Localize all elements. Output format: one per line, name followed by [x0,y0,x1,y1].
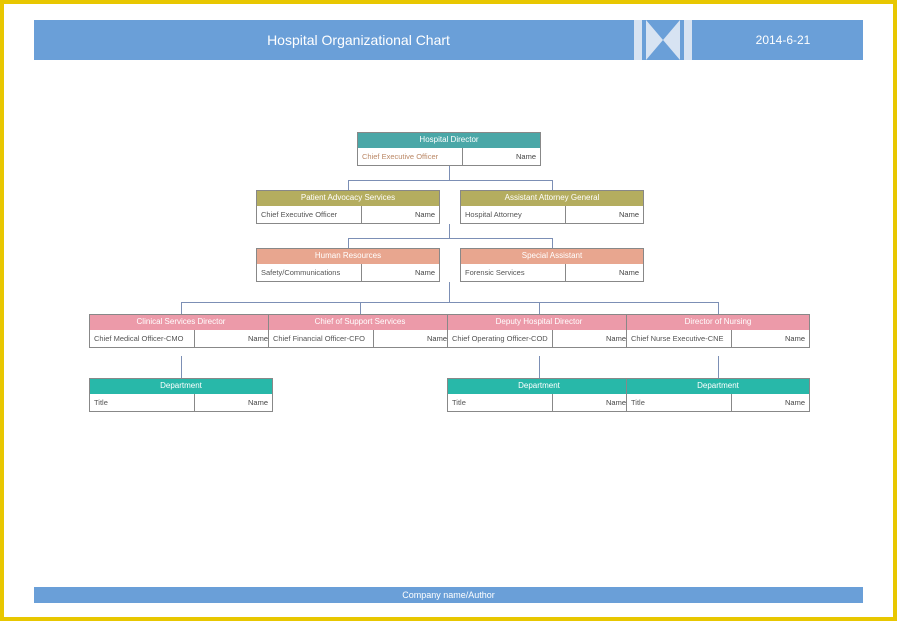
org-chart-canvas: Hospital Director Chief Executive Office… [34,60,863,550]
node-role: Title [627,394,732,411]
node-header: Deputy Hospital Director [448,315,630,330]
node-name: Name [566,206,643,223]
node-role: Title [90,394,195,411]
node-header: Hospital Director [358,133,540,148]
node-assistant-attorney: Assistant Attorney General Hospital Atto… [460,190,644,224]
node-role: Chief Medical Officer-CMO [90,330,195,347]
footer-bar: Company name/Author [34,587,863,603]
node-header: Patient Advocacy Services [257,191,439,206]
node-department-c: Department Title Name [626,378,810,412]
node-role: Safety/Communications [257,264,362,281]
chart-date: 2014-6-21 [703,33,863,47]
node-name: Name [374,330,451,347]
node-deputy-director: Deputy Hospital Director Chief Operating… [447,314,631,348]
node-name: Name [732,394,809,411]
node-role: Hospital Attorney [461,206,566,223]
node-name: Name [553,394,630,411]
node-name: Name [732,330,809,347]
node-role: Chief Executive Officer [358,148,463,165]
node-role: Chief Operating Officer-COD [448,330,553,347]
chart-title: Hospital Organizational Chart [34,32,623,48]
node-header: Chief of Support Services [269,315,451,330]
node-name: Name [463,148,540,165]
node-name: Name [362,264,439,281]
node-header: Director of Nursing [627,315,809,330]
node-name: Name [553,330,630,347]
node-header: Assistant Attorney General [461,191,643,206]
node-header: Department [448,379,630,394]
node-header: Human Resources [257,249,439,264]
node-header: Department [627,379,809,394]
node-header: Special Assistant [461,249,643,264]
node-department-b: Department Title Name [447,378,631,412]
node-name: Name [195,394,272,411]
header-decoration [623,20,703,60]
header-bar: Hospital Organizational Chart 2014-6-21 [34,20,863,60]
node-role: Chief Financial Officer-CFO [269,330,374,347]
node-role: Chief Executive Officer [257,206,362,223]
node-role: Forensic Services [461,264,566,281]
node-patient-advocacy: Patient Advocacy Services Chief Executiv… [256,190,440,224]
node-role: Chief Nurse Executive-CNE [627,330,732,347]
node-support-services: Chief of Support Services Chief Financia… [268,314,452,348]
node-nursing-director: Director of Nursing Chief Nurse Executiv… [626,314,810,348]
node-header: Department [90,379,272,394]
node-name: Name [566,264,643,281]
node-special-assistant: Special Assistant Forensic Services Name [460,248,644,282]
node-name: Name [195,330,272,347]
node-header: Clinical Services Director [90,315,272,330]
page: Hospital Organizational Chart 2014-6-21 … [0,0,897,621]
node-name: Name [362,206,439,223]
node-hospital-director: Hospital Director Chief Executive Office… [357,132,541,166]
node-department-a: Department Title Name [89,378,273,412]
node-clinical-services: Clinical Services Director Chief Medical… [89,314,273,348]
node-role: Title [448,394,553,411]
node-human-resources: Human Resources Safety/Communications Na… [256,248,440,282]
